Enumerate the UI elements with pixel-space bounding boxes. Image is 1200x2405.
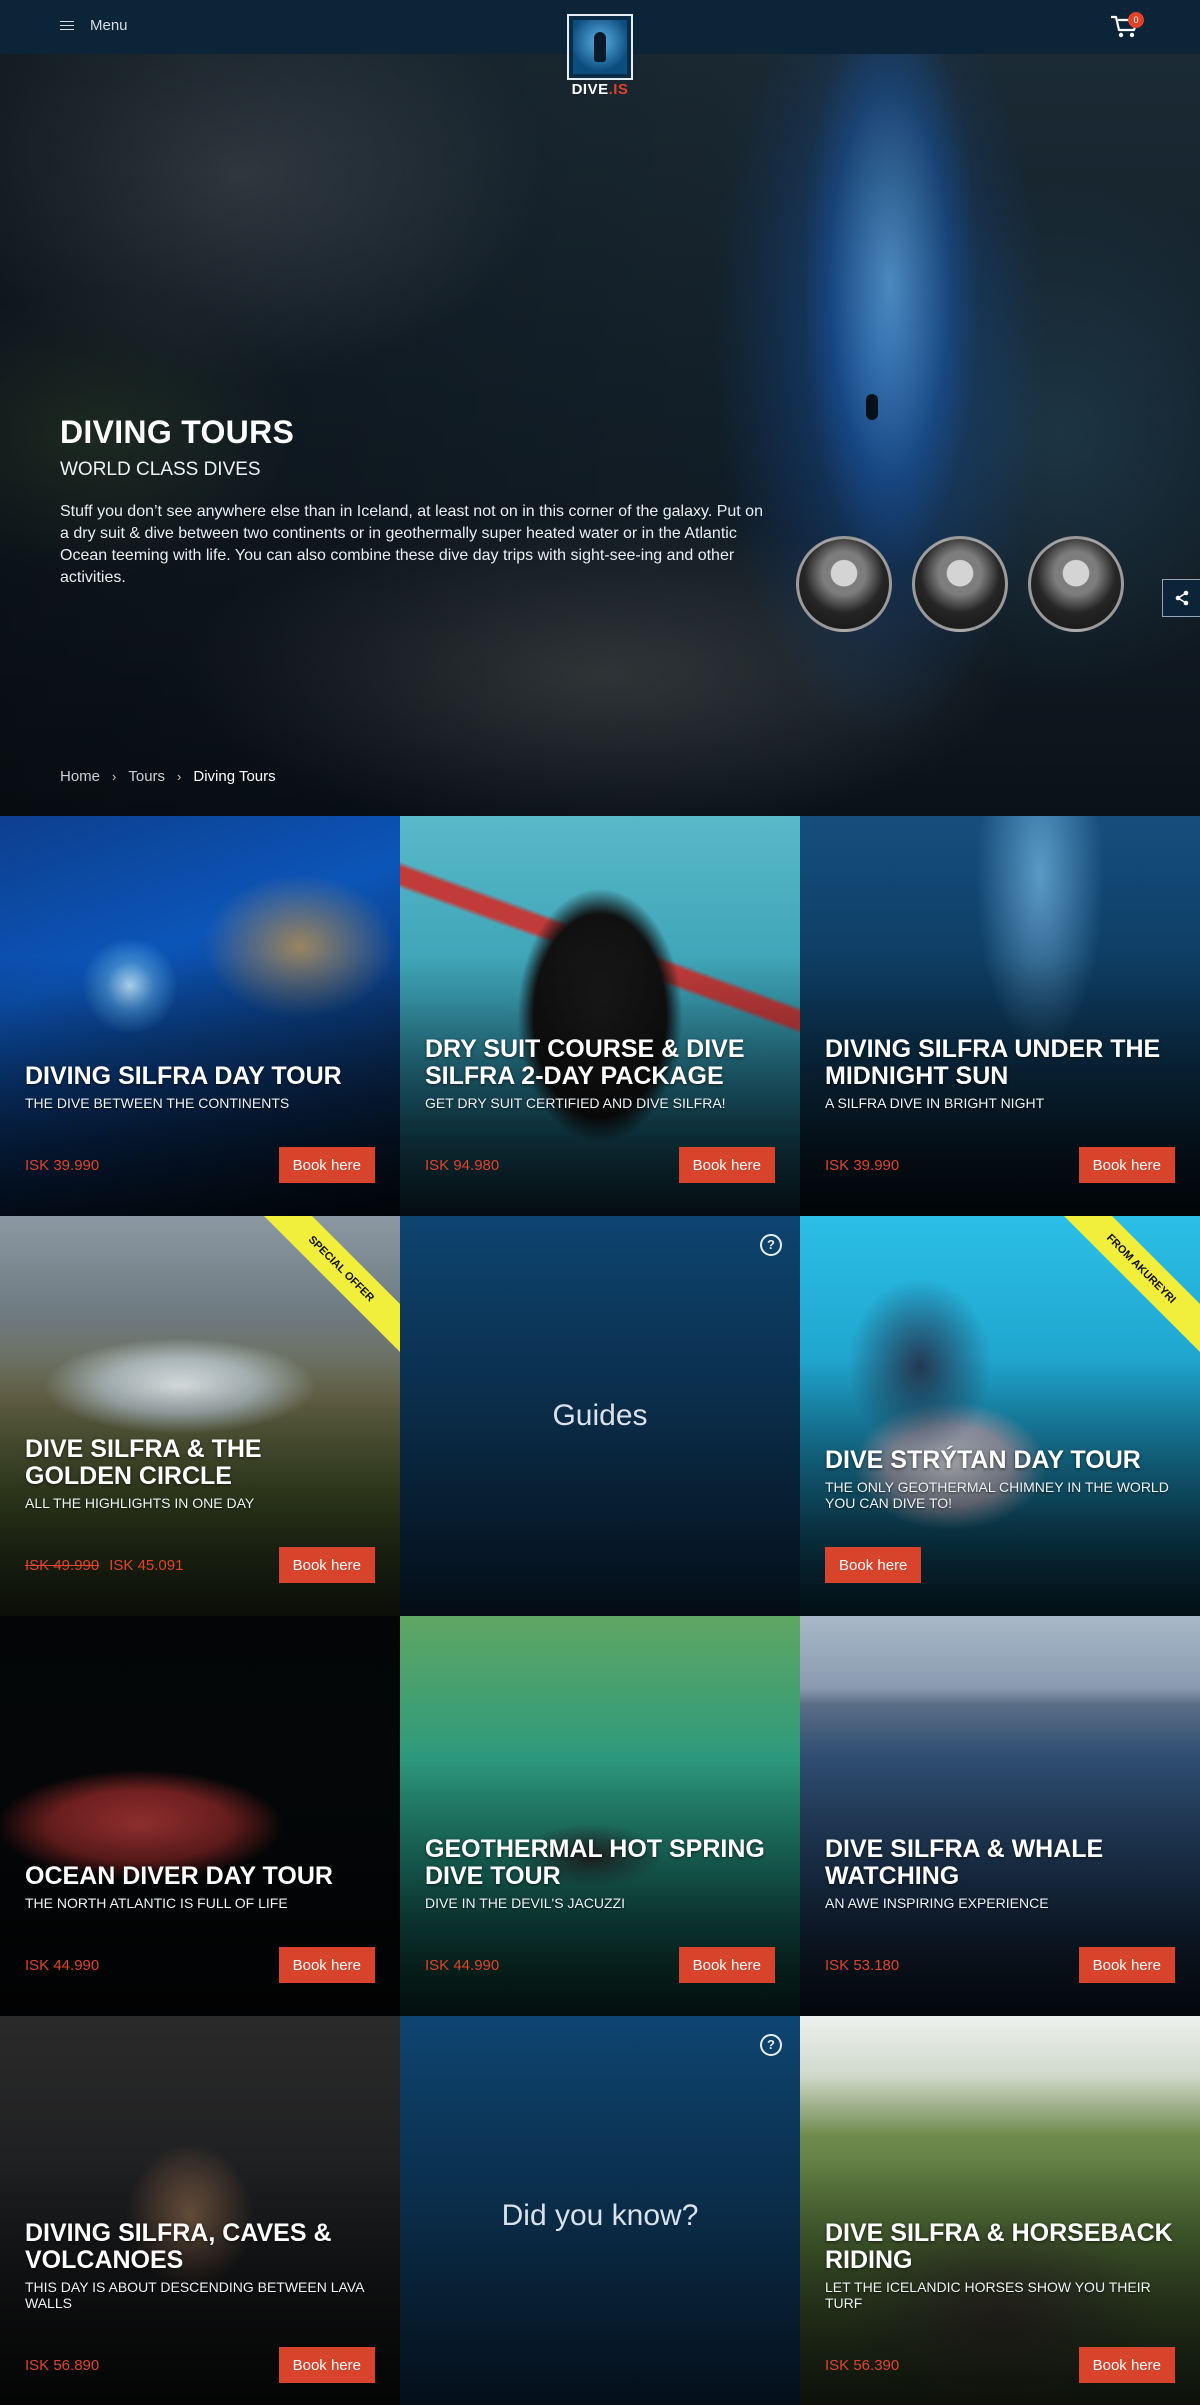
tour-tile[interactable]: DIVING SILFRA DAY TOUR THE DIVE BETWEEN T… — [0, 816, 400, 1216]
tour-subtitle: DIVE IN THE DEVIL'S JACUZZI — [425, 1895, 626, 1911]
tour-price: ISK 94.980 — [425, 1156, 500, 1174]
tour-title: DRY SUIT COURSE & DIVE SILFRA 2-DAY PACK… — [425, 1035, 745, 1090]
breadcrumb-current: Diving Tours — [193, 768, 276, 785]
tour-tile[interactable]: SPECIAL OFFER DIVE SILFRA & THE GOLDEN C… — [0, 1216, 400, 1616]
chevron-right-icon: › — [177, 769, 182, 784]
book-button[interactable]: Book here — [678, 1947, 775, 1983]
breadcrumb-home[interactable]: Home — [60, 768, 100, 785]
tour-subtitle: LET THE ICELANDIC HORSES SHOW YOU THEIR … — [825, 2279, 1151, 2311]
hero-diver-silhouette — [866, 394, 878, 420]
guides-info-tile[interactable]: ? Guides — [400, 1216, 800, 1616]
book-button[interactable]: Book here — [678, 1147, 775, 1183]
book-button[interactable]: Book here — [278, 1547, 375, 1583]
tour-price: ISK 56.890 — [25, 2356, 100, 2374]
book-button[interactable]: Book here — [1078, 1147, 1175, 1183]
tour-tile[interactable]: DIVE SILFRA & WHALE WATCHING AN AWE INSPI… — [800, 1616, 1200, 2016]
tour-price: ISK 44.990 — [25, 1956, 100, 1974]
tour-subtitle: A SILFRA DIVE IN BRIGHT NIGHT — [825, 1095, 1045, 1111]
tour-title: DIVING SILFRA UNDER THE MIDNIGHT SUN — [825, 1035, 1161, 1090]
tour-tile[interactable]: DIVING SILFRA UNDER THE MIDNIGHT SUN A SI… — [800, 816, 1200, 1216]
tour-title: GEOTHERMAL HOT SPRING DIVE TOUR — [425, 1835, 765, 1890]
guide-avatar[interactable] — [1028, 536, 1124, 632]
tour-title: DIVE SILFRA & WHALE WATCHING — [825, 1835, 1104, 1890]
diver-logo-icon — [567, 14, 633, 80]
tour-title: DIVE STRÝTAN DAY TOUR — [825, 1446, 1141, 1474]
tour-subtitle: GET DRY SUIT CERTIFIED AND DIVE SILFRA! — [425, 1095, 726, 1111]
book-button[interactable]: Book here — [278, 1147, 375, 1183]
tour-title: DIVE SILFRA & HORSEBACK RIDING — [825, 2219, 1173, 2274]
book-button[interactable]: Book here — [278, 2347, 375, 2383]
book-button[interactable]: Book here — [825, 1547, 922, 1583]
tour-subtitle: ALL THE HIGHLIGHTS IN ONE DAY — [25, 1495, 255, 1511]
tour-title: DIVING SILFRA, CAVES & VOLCANOES — [25, 2219, 332, 2274]
tour-subtitle: THE ONLY GEOTHERMAL CHIMNEY IN THE WORLD… — [825, 1479, 1169, 1511]
hero-content: DIVING TOURS WORLD CLASS DIVES Stuff you… — [60, 414, 780, 589]
tour-tile[interactable]: DIVING SILFRA, CAVES & VOLCANOES THIS DAY… — [0, 2016, 400, 2405]
tour-title: DIVING SILFRA DAY TOUR — [25, 1062, 342, 1090]
tour-subtitle: THIS DAY IS ABOUT DESCENDING BETWEEN LAV… — [25, 2279, 364, 2311]
cart-count-badge: 0 — [1128, 12, 1144, 28]
tour-price: ISK 39.990 — [25, 1156, 100, 1174]
question-mark-icon[interactable]: ? — [760, 2034, 782, 2056]
book-button[interactable]: Book here — [1078, 2347, 1175, 2383]
hamburger-icon — [60, 20, 74, 31]
info-tile-label: Guides — [552, 1399, 648, 1432]
page-title: DIVING TOURS — [60, 414, 295, 450]
tour-price: ISK 56.390 — [825, 2356, 900, 2374]
tour-grid: DIVING SILFRA DAY TOUR THE DIVE BETWEEN T… — [0, 816, 1200, 2405]
tour-price: ISK 45.091 — [109, 1556, 184, 1574]
info-tile-label: Did you know? — [501, 2199, 699, 2232]
tour-tile[interactable]: GEOTHERMAL HOT SPRING DIVE TOUR DIVE IN T… — [400, 1616, 800, 2016]
breadcrumb: Home › Tours › Diving Tours — [60, 768, 276, 785]
book-button[interactable]: Book here — [1078, 1947, 1175, 1983]
tour-tile[interactable]: FROM AKUREYRI DIVE STRÝTAN DAY TOUR THE O… — [800, 1216, 1200, 1616]
tour-subtitle: THE NORTH ATLANTIC IS FULL OF LIFE — [25, 1895, 288, 1911]
breadcrumb-tours[interactable]: Tours — [128, 768, 165, 785]
guide-avatar[interactable] — [912, 536, 1008, 632]
tour-subtitle: AN AWE INSPIRING EXPERIENCE — [825, 1895, 1049, 1911]
page-description: Stuff you don’t see anywhere else than i… — [60, 503, 763, 586]
did-you-know-tile[interactable]: ? Did you know? — [400, 2016, 800, 2405]
tour-title: OCEAN DIVER DAY TOUR — [25, 1862, 333, 1890]
logo-text: DIVE.IS — [571, 81, 629, 98]
share-button[interactable] — [1162, 579, 1200, 617]
guide-avatars — [796, 536, 1124, 632]
tour-tile[interactable]: DIVE SILFRA & HORSEBACK RIDING LET THE IC… — [800, 2016, 1200, 2405]
tour-tile[interactable]: OCEAN DIVER DAY TOUR THE NORTH ATLANTIC I… — [0, 1616, 400, 2016]
hero-banner: DIVING TOURS WORLD CLASS DIVES Stuff you… — [0, 54, 1200, 816]
site-logo[interactable]: DIVE.IS — [564, 14, 636, 98]
tour-old-price: ISK 49.990 — [25, 1556, 100, 1574]
tour-tile[interactable]: DRY SUIT COURSE & DIVE SILFRA 2-DAY PACK… — [400, 816, 800, 1216]
menu-button[interactable]: Menu — [60, 17, 128, 34]
tour-subtitle: THE DIVE BETWEEN THE CONTINENTS — [25, 1095, 290, 1111]
tour-price: ISK 53.180 — [825, 1956, 900, 1974]
share-icon — [1175, 590, 1188, 606]
menu-label: Menu — [90, 17, 128, 34]
tour-price: ISK 44.990 — [425, 1956, 500, 1974]
chevron-right-icon: › — [112, 769, 117, 784]
question-mark-icon[interactable]: ? — [760, 1234, 782, 1256]
page-subtitle: WORLD CLASS DIVES — [60, 459, 261, 480]
cart-button[interactable]: 0 — [1110, 12, 1144, 40]
book-button[interactable]: Book here — [278, 1947, 375, 1983]
tour-title: DIVE SILFRA & THE GOLDEN CIRCLE — [25, 1435, 262, 1490]
guide-avatar[interactable] — [796, 536, 892, 632]
tour-price: ISK 39.990 — [825, 1156, 900, 1174]
